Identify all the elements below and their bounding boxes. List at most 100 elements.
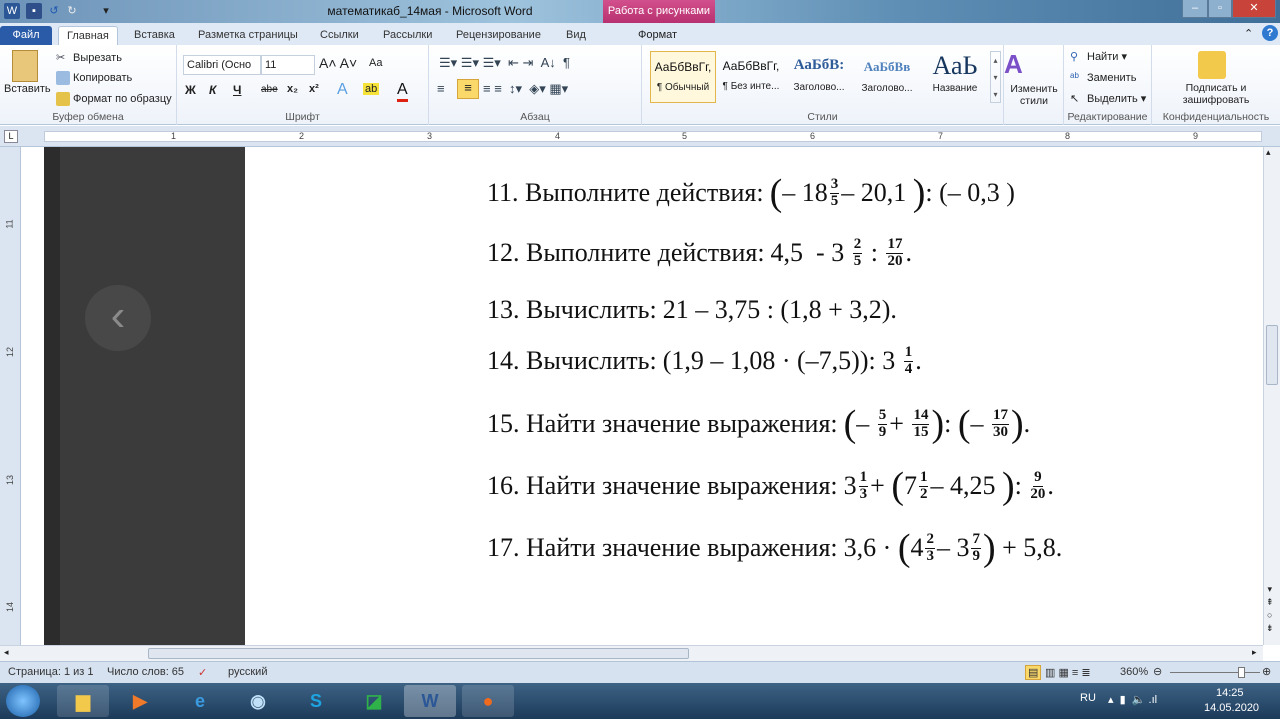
media-player-icon[interactable]: ▶ bbox=[114, 685, 166, 717]
view-buttons[interactable]: ▥ ▦ ≡ ≣ bbox=[1045, 666, 1091, 679]
word-count[interactable]: Число слов: 65 bbox=[107, 666, 184, 678]
word-taskbar-icon[interactable]: W bbox=[404, 685, 456, 717]
close-button[interactable]: ✕ bbox=[1232, 0, 1276, 18]
cut-label: Вырезать bbox=[73, 51, 122, 64]
grow-font-button[interactable]: A˄ A˅ bbox=[319, 55, 357, 71]
tray-icons[interactable]: ▴ ▮ 🔈 .ıl bbox=[1108, 693, 1157, 706]
sign-encrypt-button[interactable]: Подписать и зашифровать bbox=[1162, 82, 1270, 106]
firefox-icon[interactable]: ● bbox=[462, 685, 514, 717]
problem-item: 12. Выполните действия: 4,5 - 3 25 : 17 20… bbox=[487, 236, 912, 270]
scroll-right-icon[interactable]: ▸ bbox=[1252, 647, 1257, 658]
zoom-slider-thumb[interactable] bbox=[1238, 667, 1245, 678]
minimize-button[interactable]: – bbox=[1182, 0, 1208, 18]
align-left-button[interactable]: ≡ bbox=[437, 81, 445, 96]
bold-button[interactable]: Ж bbox=[185, 83, 196, 97]
tab-selector[interactable]: L bbox=[4, 130, 18, 143]
ruler-number: 11 bbox=[4, 219, 15, 229]
tab-file[interactable]: Файл bbox=[0, 26, 52, 45]
ruler-number: 9 bbox=[1193, 131, 1199, 141]
horizontal-ruler[interactable]: L 1 2 3 4 5 6 7 8 9 bbox=[0, 126, 1280, 147]
page-count[interactable]: Страница: 1 из 1 bbox=[8, 666, 94, 678]
zoom-slider[interactable] bbox=[1170, 672, 1260, 673]
vertical-scroll-thumb[interactable] bbox=[1266, 325, 1278, 385]
format-painter-button[interactable]: Формат по образцу bbox=[56, 92, 172, 106]
vertical-scrollbar[interactable]: ▴ ▾ ⇞ ○ ⇟ bbox=[1263, 147, 1280, 645]
tab-format[interactable]: Формат bbox=[630, 26, 685, 45]
skype-icon[interactable]: S bbox=[290, 685, 342, 717]
highlight-icon[interactable]: ab bbox=[363, 83, 380, 95]
underline-button[interactable]: Ч bbox=[233, 83, 241, 97]
ribbon-tabs: Файл Главная Вставка Разметка страницы С… bbox=[0, 23, 1280, 45]
clock-time[interactable]: 14:25 bbox=[1216, 687, 1244, 699]
tab-page-layout[interactable]: Разметка страницы bbox=[190, 26, 306, 45]
tab-references[interactable]: Ссылки bbox=[312, 26, 367, 45]
list-buttons[interactable]: ☰▾ ☰▾ ☰▾ ⇤ ⇥ A↓ ¶ bbox=[439, 55, 570, 71]
previous-arrow-icon[interactable]: ‹ bbox=[85, 285, 151, 351]
horizontal-scrollbar[interactable]: ◂ ▸ bbox=[0, 645, 1263, 661]
align-right-button[interactable]: ≡ ≡ ↕▾ ◈▾ ▦▾ bbox=[483, 81, 568, 97]
align-center-button[interactable]: ≡ bbox=[457, 79, 479, 99]
font-color-icon[interactable]: A bbox=[397, 81, 408, 102]
chart-app-icon[interactable]: ◪ bbox=[348, 685, 400, 717]
fraction: 9 20 bbox=[1030, 469, 1045, 503]
style-title[interactable]: АаЬ Название bbox=[922, 51, 988, 103]
font-size-select[interactable]: 11 bbox=[261, 55, 315, 75]
vertical-ruler[interactable]: 11 12 13 14 bbox=[0, 147, 21, 645]
style-no-spacing[interactable]: АаБбВвГг, ¶ Без инте... bbox=[718, 51, 784, 103]
help-icon[interactable]: ? bbox=[1262, 25, 1278, 41]
expression-text: ( bbox=[957, 403, 971, 445]
font-name-select[interactable]: Calibri (Осно bbox=[183, 55, 261, 75]
maximize-button[interactable]: ▫ bbox=[1208, 0, 1232, 18]
tab-home[interactable]: Главная bbox=[58, 26, 118, 45]
tab-mailings[interactable]: Рассылки bbox=[375, 26, 440, 45]
expression-text: 3,6 · bbox=[843, 533, 898, 562]
style-sample: АаБбВв bbox=[863, 59, 911, 74]
font-group-label: Шрифт bbox=[285, 111, 320, 123]
paste-button[interactable]: Вставить bbox=[4, 83, 51, 95]
scroll-left-icon[interactable]: ◂ bbox=[4, 647, 9, 658]
subscript-button[interactable]: x₂ bbox=[287, 83, 298, 95]
style-heading2[interactable]: АаБбВв Заголово... bbox=[854, 51, 920, 103]
language[interactable]: русский bbox=[228, 666, 267, 678]
print-layout-view-icon[interactable]: ▤ bbox=[1025, 665, 1042, 680]
start-button[interactable] bbox=[6, 685, 40, 717]
numerator: 2 bbox=[925, 530, 935, 549]
cut-button[interactable]: ✂ Вырезать bbox=[56, 51, 122, 65]
horizontal-scroll-thumb[interactable] bbox=[148, 648, 689, 659]
italic-button[interactable]: К bbox=[209, 83, 216, 97]
problem-label: 14. Вычислить: bbox=[487, 346, 657, 376]
text-effects-icon[interactable]: A bbox=[337, 81, 348, 99]
replace-button[interactable]: ab Заменить bbox=[1070, 71, 1136, 85]
denominator: 3 bbox=[859, 485, 868, 502]
scroll-page-controls[interactable]: ▾ ⇞ ○ ⇟ bbox=[1266, 583, 1274, 635]
internet-explorer-icon[interactable]: e bbox=[174, 685, 226, 717]
zoom-out-icon[interactable]: ⊖ bbox=[1153, 665, 1162, 678]
change-styles-button[interactable]: Изменить стили bbox=[1006, 83, 1062, 107]
minimize-ribbon-icon[interactable]: ⌃ bbox=[1244, 27, 1253, 40]
change-case-button[interactable]: Aa bbox=[369, 57, 382, 69]
clock-date[interactable]: 14.05.2020 bbox=[1204, 702, 1259, 714]
document-area[interactable]: ‹ 11. Выполните действия:(– 18 3 5– 20,1 )… bbox=[21, 147, 1263, 645]
select-button[interactable]: ↖ Выделить ▾ bbox=[1070, 92, 1146, 106]
style-normal[interactable]: АаБбВвГг, ¶ Обычный bbox=[650, 51, 716, 103]
explorer-icon[interactable]: ▆ bbox=[57, 685, 109, 717]
tab-review[interactable]: Рецензирование bbox=[448, 26, 549, 45]
strikethrough-button[interactable]: abe bbox=[261, 84, 278, 95]
replace-label: Заменить bbox=[1087, 71, 1137, 84]
superscript-button[interactable]: x² bbox=[309, 83, 319, 95]
spellcheck-icon[interactable]: ✓ bbox=[198, 666, 207, 679]
style-heading1[interactable]: АаБбВ: Заголово... bbox=[786, 51, 852, 103]
expression-text: . bbox=[1047, 471, 1054, 500]
tab-insert[interactable]: Вставка bbox=[126, 26, 183, 45]
find-button[interactable]: ⚲ Найти ▾ bbox=[1070, 50, 1127, 64]
copy-button[interactable]: Копировать bbox=[56, 71, 132, 85]
zoom-in-icon[interactable]: ⊕ bbox=[1262, 665, 1271, 678]
input-language[interactable]: RU bbox=[1080, 692, 1096, 704]
scissors-icon: ✂ bbox=[56, 52, 66, 64]
styles-scroll[interactable]: ▴ ▾ ▾ bbox=[990, 51, 1001, 103]
wifi-app-icon[interactable]: ◉ bbox=[232, 685, 284, 717]
ruler-number: 5 bbox=[682, 131, 688, 141]
zoom-level[interactable]: 360% bbox=[1120, 666, 1148, 678]
scroll-up-icon[interactable]: ▴ bbox=[1266, 147, 1271, 158]
tab-view[interactable]: Вид bbox=[558, 26, 594, 45]
